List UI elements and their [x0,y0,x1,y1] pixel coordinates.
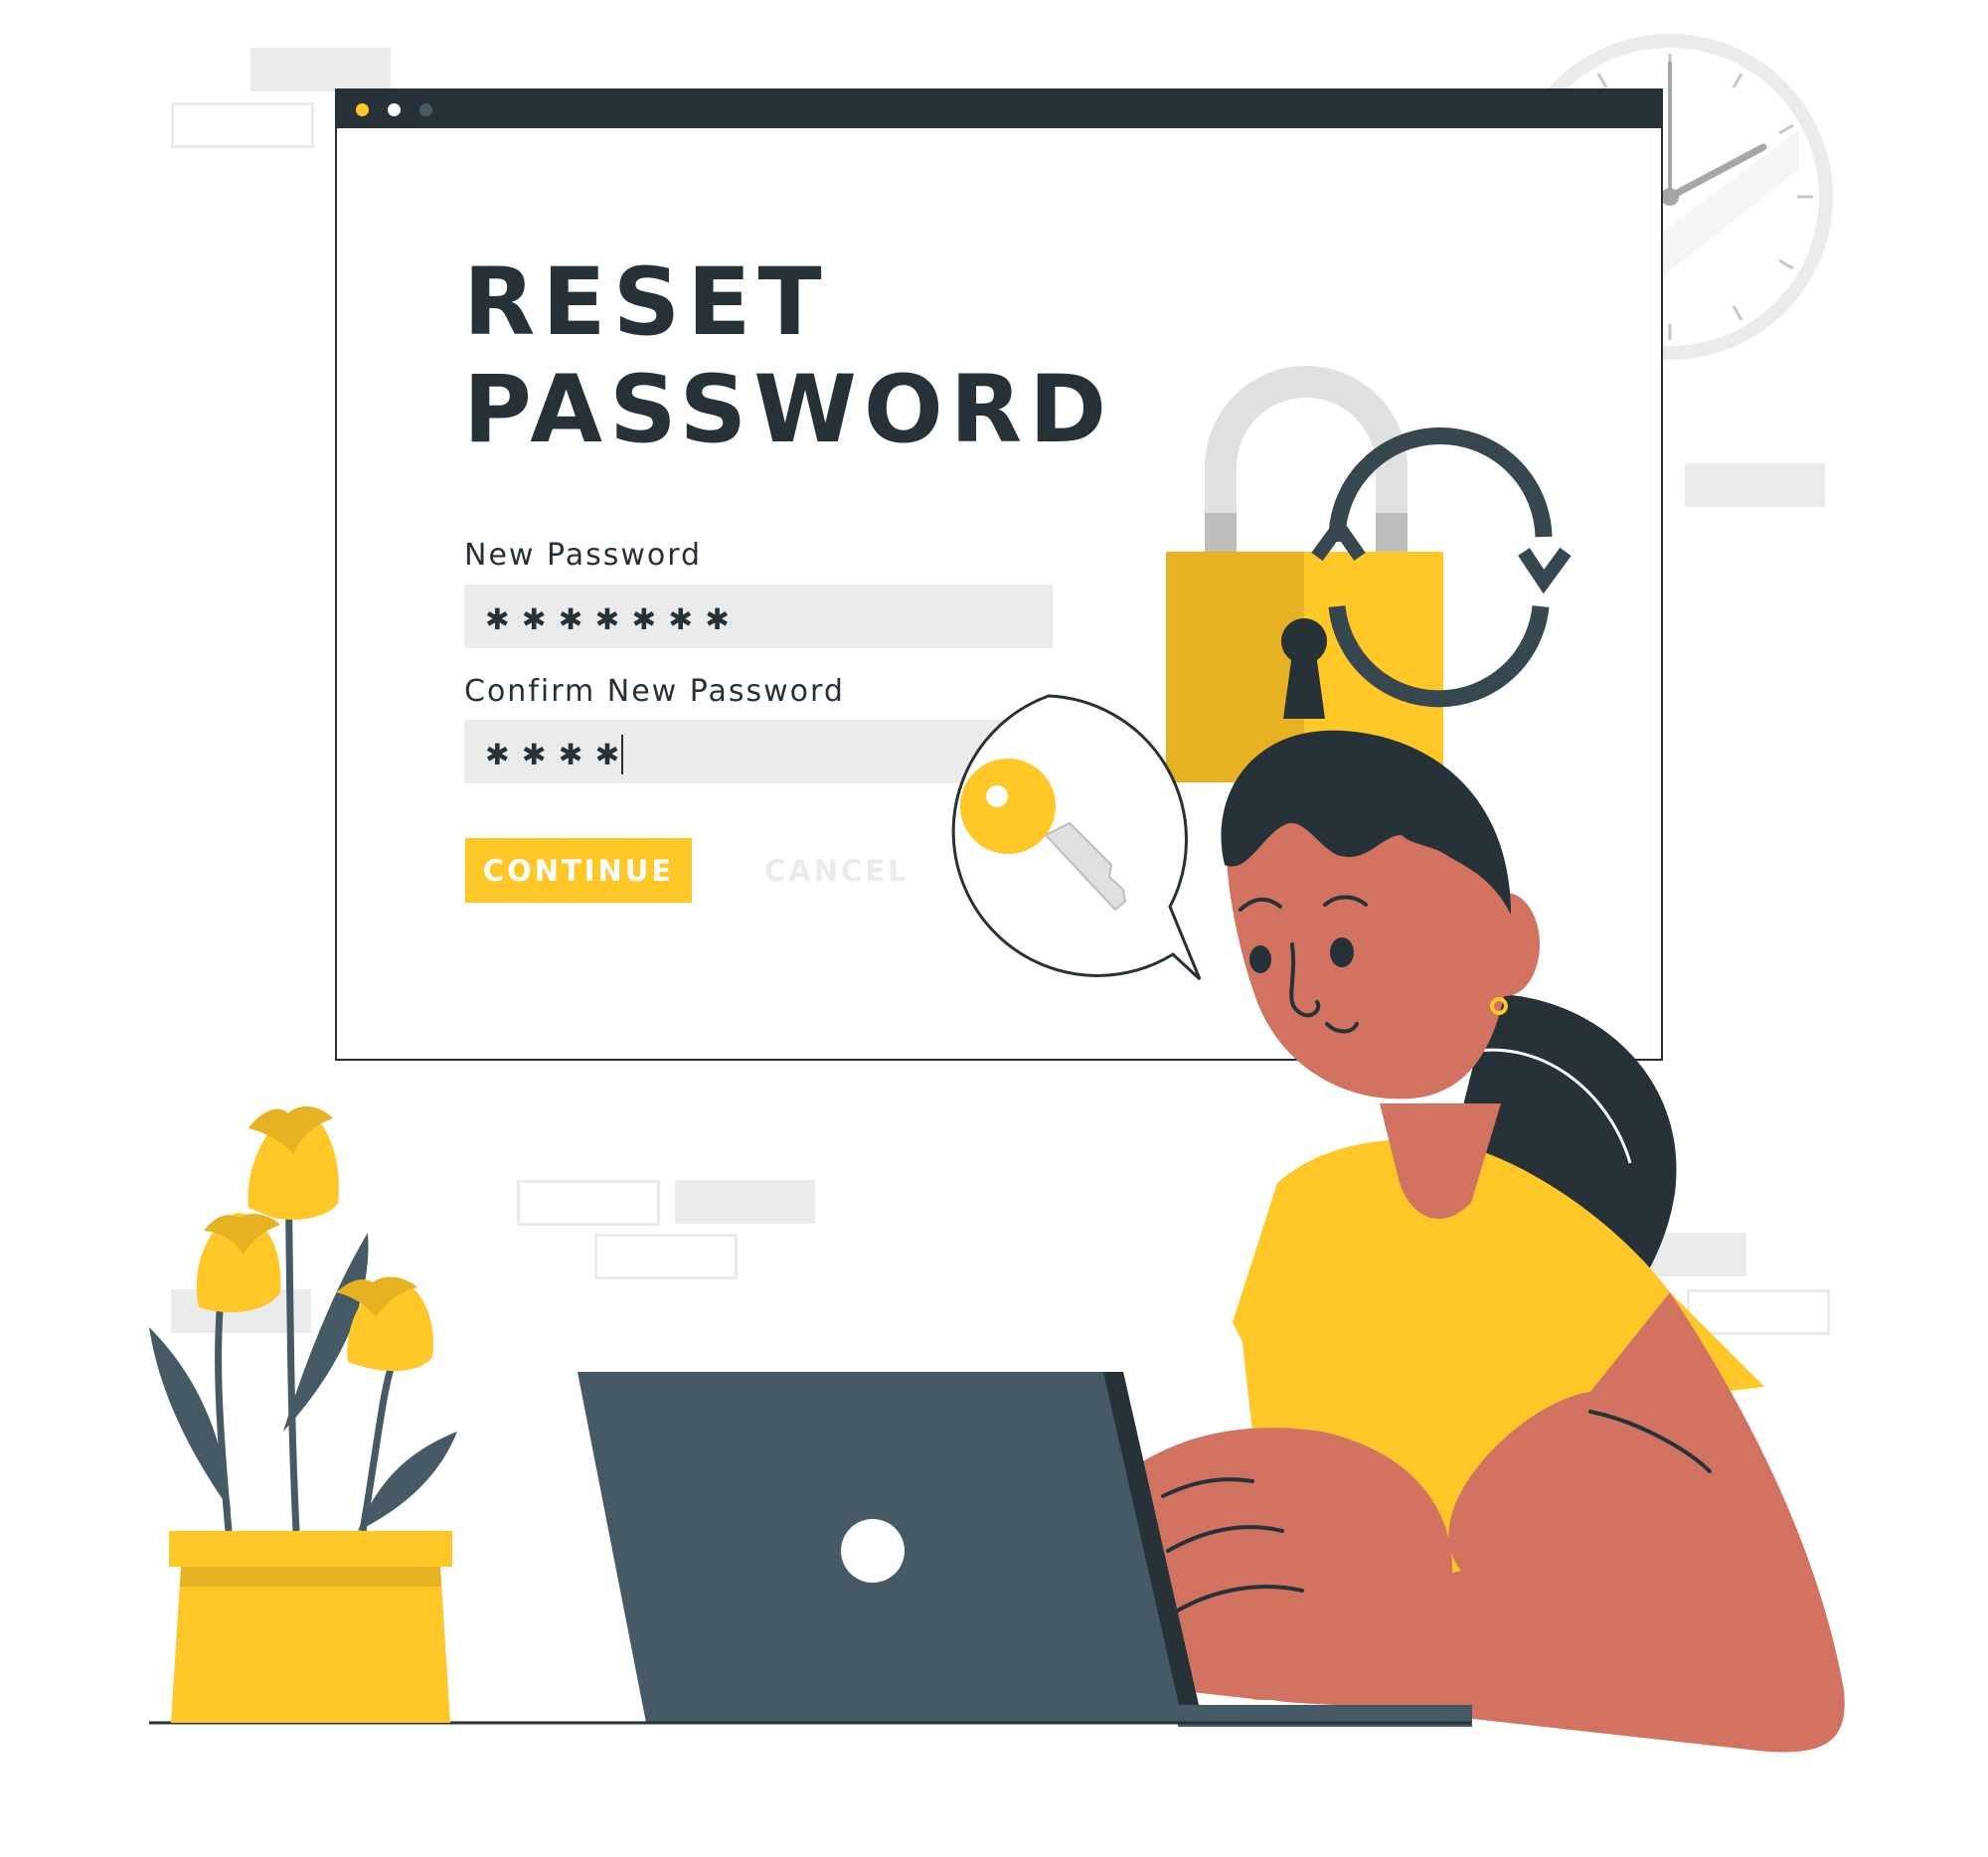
page-title-line-1: RESET [463,249,829,357]
decor-block [594,1234,738,1279]
flower-pot [169,1531,452,1723]
confirm-password-value: ✱✱✱✱ [486,730,633,773]
decor-block [1685,463,1825,507]
text-caret [620,734,623,774]
page-title: RESET PASSWORD [463,250,1159,464]
window-title-bar [337,90,1661,128]
decor-block [1687,1289,1830,1335]
window-control-dot[interactable] [419,103,432,116]
laptop-logo [841,1519,905,1583]
decor-block [171,102,314,148]
new-password-label: New Password [464,538,703,573]
window-control-dot[interactable] [356,103,369,116]
decor-block [675,1180,815,1224]
decor-block [517,1180,660,1226]
window-control-dot[interactable] [388,103,401,116]
new-password-field[interactable]: ✱✱✱✱✱✱✱ [464,585,1053,648]
woman-ear [1472,893,1540,996]
decor-block [250,48,391,91]
continue-button[interactable]: CONTINUE [465,838,692,903]
new-password-value: ✱✱✱✱✱✱✱ [486,594,744,638]
cancel-button[interactable]: CANCEL [764,838,910,903]
page-title-line-2: PASSWORD [463,356,1114,464]
reset-password-illustration: RESET PASSWORD New Password ✱✱✱✱✱✱✱ Conf… [0,0,1988,1857]
confirm-password-label: Confirm New Password [464,674,845,709]
